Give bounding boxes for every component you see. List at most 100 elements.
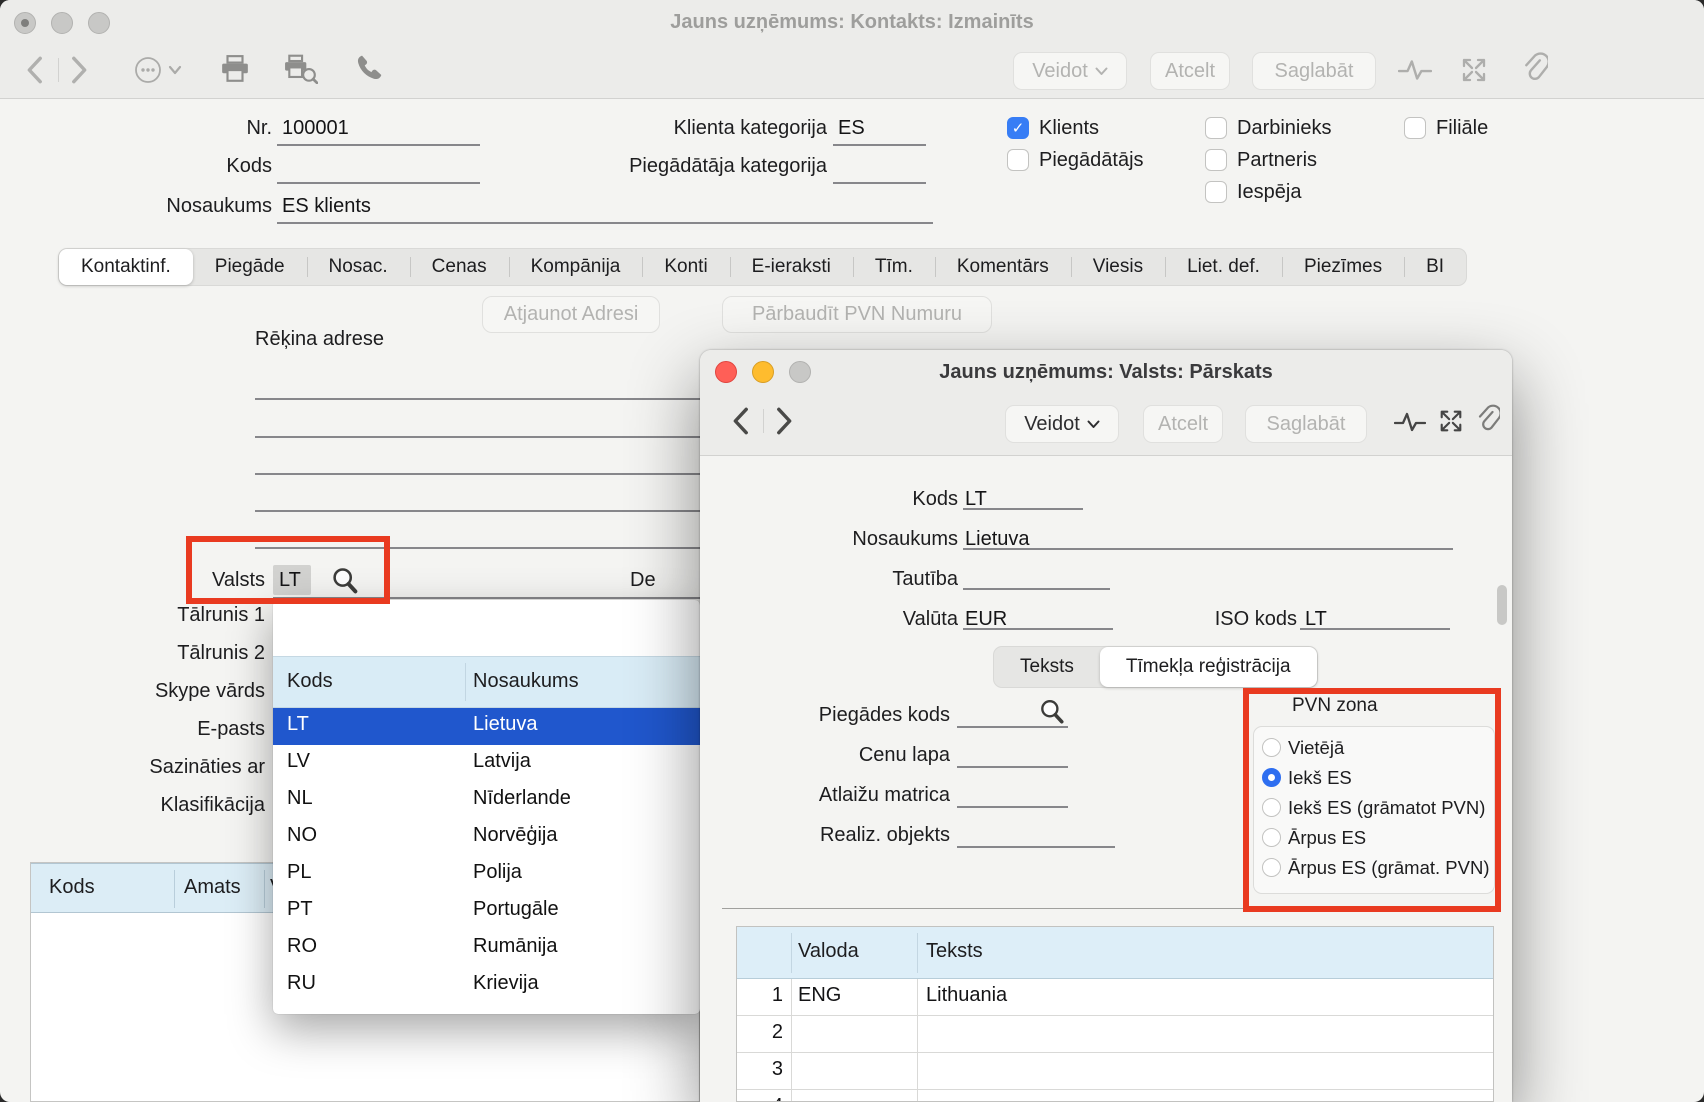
atcelt-button[interactable]: Atcelt (1143, 405, 1223, 443)
darbinieks-label: Darbinieks (1237, 116, 1331, 140)
nr-value[interactable]: 100001 (282, 116, 349, 140)
forward-icon[interactable] (775, 407, 795, 435)
clipped-label-fragment: De (630, 568, 656, 592)
row-number: 4 (737, 1095, 783, 1102)
country-dropdown-header: Kods Nosaukums (273, 656, 700, 708)
field-underline (833, 182, 926, 184)
saglabat-label: Saglabāt (1267, 413, 1346, 436)
activity-icon[interactable] (1398, 57, 1432, 83)
dropdown-col-kods[interactable]: Kods (287, 670, 333, 693)
tab-piegade[interactable]: Piegāde (193, 249, 307, 285)
field-underline (963, 508, 1083, 510)
country-name: Latvija (473, 750, 531, 773)
country-code: NO (287, 824, 317, 847)
veidot-label: Veidot (1032, 60, 1088, 83)
saglabat-button[interactable]: Saglabāt (1245, 405, 1367, 443)
klienta-kategorija-value[interactable]: ES (838, 116, 865, 140)
col-teksts[interactable]: Teksts (926, 940, 983, 963)
forward-icon[interactable] (70, 56, 90, 84)
tab-teksts[interactable]: Teksts (994, 647, 1100, 687)
veidot-button[interactable]: Veidot (1005, 405, 1119, 443)
print-icon[interactable] (220, 54, 250, 84)
country-dropdown: Kods Nosaukums LT Lietuva LV Latvija NL … (273, 600, 700, 1014)
country-row-ru[interactable]: RU Krievija (273, 967, 700, 1004)
tab-bi[interactable]: BI (1404, 249, 1466, 285)
darbinieks-checkbox[interactable] (1205, 117, 1227, 139)
country-name: Rumānija (473, 935, 557, 958)
veidot-button[interactable]: Veidot (1013, 52, 1127, 90)
table-row[interactable]: 3 (737, 1053, 1494, 1090)
klients-checkbox[interactable]: ✓ (1007, 117, 1029, 139)
country-row-ro[interactable]: RO Rumānija (273, 930, 700, 967)
country-row-lv[interactable]: LV Latvija (273, 745, 700, 782)
expand-icon[interactable] (1438, 408, 1464, 434)
country-name: Norvēģija (473, 824, 557, 847)
country-row-nl[interactable]: NL Nīderlande (273, 782, 700, 819)
sazinaties-label: Sazināties ar (149, 755, 265, 779)
toolbar-divider (58, 58, 59, 82)
dropdown-col-nosaukums[interactable]: Nosaukums (473, 670, 579, 693)
tab-cenas[interactable]: Cenas (410, 249, 509, 285)
field-underline (1300, 628, 1450, 630)
activity-icon[interactable] (1394, 410, 1426, 434)
attachment-icon[interactable] (1522, 52, 1548, 86)
table-row[interactable]: 4 (737, 1090, 1494, 1102)
back-icon[interactable] (24, 56, 44, 84)
piegades-kods-search-icon[interactable] (1038, 698, 1066, 726)
country-name: Krievija (473, 972, 539, 995)
scrollbar-thumb[interactable] (1497, 585, 1507, 625)
tab-kontaktinf[interactable]: Kontaktinf. (59, 249, 193, 285)
attachment-icon[interactable] (1476, 404, 1500, 436)
filiale-checkbox[interactable] (1404, 117, 1426, 139)
partneris-checkbox[interactable] (1205, 149, 1227, 171)
col-amats[interactable]: Amats (184, 876, 241, 899)
nosaukums-label: Nosaukums (166, 194, 272, 218)
table-row[interactable]: 1 ENG Lithuania (737, 979, 1494, 1016)
window-title: Jauns uzņēmums: Valsts: Pārskats (700, 361, 1512, 384)
tab-kompanija[interactable]: Kompānija (509, 249, 643, 285)
column-divider (264, 870, 265, 908)
col-kods[interactable]: Kods (49, 876, 95, 899)
parbaudit-pvn-button[interactable]: Pārbaudīt PVN Numuru (722, 296, 992, 333)
tab-komentars[interactable]: Komentārs (935, 249, 1071, 285)
piegadatajs-checkbox[interactable] (1007, 149, 1029, 171)
chevron-down-icon (1095, 67, 1108, 76)
parbaudit-pvn-label: Pārbaudīt PVN Numuru (752, 303, 962, 326)
nosaukums-label: Nosaukums (852, 527, 958, 551)
country-window-chrome: Jauns uzņēmums: Valsts: Pārskats Veidot … (700, 350, 1512, 456)
atjaunot-adresi-button[interactable]: Atjaunot Adresi (482, 296, 660, 333)
tab-tim[interactable]: Tīm. (853, 249, 935, 285)
texts-table-header: Valoda Teksts (737, 927, 1493, 979)
nr-label: Nr. (246, 116, 272, 140)
country-row-no[interactable]: NO Norvēģija (273, 819, 700, 856)
toolbar-divider (763, 409, 764, 433)
tab-eieraksti[interactable]: E-ieraksti (730, 249, 853, 285)
country-row-pl[interactable]: PL Polija (273, 856, 700, 893)
back-icon[interactable] (730, 407, 750, 435)
print-preview-icon[interactable] (284, 54, 318, 84)
tab-nosac[interactable]: Nosac. (307, 249, 410, 285)
country-row-lt[interactable]: LT Lietuva (273, 708, 700, 745)
atcelt-label: Atcelt (1165, 60, 1215, 83)
field-underline (963, 628, 1113, 630)
expand-icon[interactable] (1460, 56, 1488, 84)
atcelt-button[interactable]: Atcelt (1150, 52, 1230, 90)
iespeja-checkbox[interactable] (1205, 181, 1227, 203)
nosaukums-value[interactable]: ES klients (282, 194, 371, 218)
tab-viesis[interactable]: Viesis (1071, 249, 1165, 285)
table-row[interactable]: 2 (737, 1016, 1494, 1053)
col-valoda[interactable]: Valoda (798, 940, 859, 963)
tab-piezimes[interactable]: Piezīmes (1282, 249, 1404, 285)
tab-timekla-registracija[interactable]: Tīmekļa reģistrācija (1100, 647, 1317, 687)
epasts-label: E-pasts (197, 717, 265, 741)
more-actions-icon[interactable] (134, 56, 186, 84)
window-title: Jauns uzņēmums: Kontakts: Izmainīts (0, 11, 1704, 34)
country-code: LT (287, 713, 309, 736)
contact-tab-bar: Kontaktinf. Piegāde Nosac. Cenas Kompāni… (58, 248, 1467, 286)
tab-lietdef[interactable]: Liet. def. (1165, 249, 1282, 285)
country-row-pt[interactable]: PT Portugāle (273, 893, 700, 930)
saglabat-label: Saglabāt (1275, 60, 1354, 83)
tab-konti[interactable]: Konti (642, 249, 729, 285)
phone-icon[interactable] (354, 53, 384, 83)
saglabat-button[interactable]: Saglabāt (1252, 52, 1376, 90)
